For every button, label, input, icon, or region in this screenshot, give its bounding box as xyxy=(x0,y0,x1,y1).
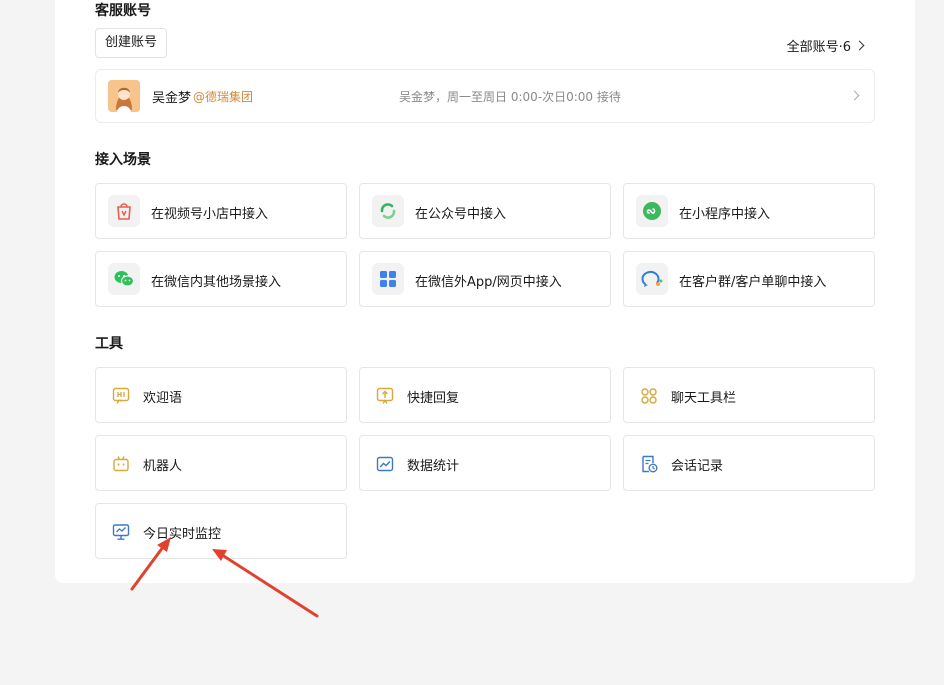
customer-chat-icon xyxy=(636,263,668,295)
tool-label: 机器人 xyxy=(143,459,183,474)
account-org: @德瑞集团 xyxy=(193,90,254,104)
tool-tile-robot[interactable]: 机器人 xyxy=(95,435,347,491)
account-row[interactable]: 吴金梦 @德瑞集团 吴金梦，周一至周日 0:00-次日0:00 接待 xyxy=(95,69,875,123)
scene-label: 在视频号小店中接入 xyxy=(151,207,269,222)
record-icon xyxy=(640,455,658,473)
tool-tile-quick-reply[interactable]: 快捷回复 xyxy=(359,367,611,423)
official-account-icon xyxy=(372,195,404,227)
shop-bag-icon xyxy=(108,195,140,227)
scene-tile-wechat-other[interactable]: 在微信内其他场景接入 xyxy=(95,251,347,307)
tool-tile-realtime-monitor[interactable]: 今日实时监控 xyxy=(95,503,347,559)
scene-tile-video-shop[interactable]: 在视频号小店中接入 xyxy=(95,183,347,239)
scene-label: 在微信内其他场景接入 xyxy=(151,275,282,290)
all-accounts-label: 全部账号·6 xyxy=(786,40,851,55)
scene-label: 在小程序中接入 xyxy=(679,207,771,222)
section-title-scenes: 接入场景 xyxy=(95,152,151,168)
account-hours: 吴金梦，周一至周日 0:00-次日0:00 接待 xyxy=(399,90,621,104)
all-accounts-link[interactable]: 全部账号·6 xyxy=(786,36,865,55)
scene-label: 在客户群/客户单聊中接入 xyxy=(679,275,827,290)
tool-tile-chat-records[interactable]: 会话记录 xyxy=(623,435,875,491)
chart-icon xyxy=(376,455,394,473)
tool-label: 聊天工具栏 xyxy=(671,391,737,406)
app-grid-icon xyxy=(372,263,404,295)
tool-tile-welcome[interactable]: 欢迎语 xyxy=(95,367,347,423)
chevron-right-icon xyxy=(849,90,860,101)
create-account-button[interactable]: 创建账号 xyxy=(95,28,168,58)
tool-label: 数据统计 xyxy=(407,459,460,474)
section-title-accounts: 客服账号 xyxy=(95,3,151,19)
robot-icon xyxy=(112,455,130,473)
mini-program-icon xyxy=(636,195,668,227)
scene-label: 在微信外App/网页中接入 xyxy=(415,275,562,290)
toolbar-grid-icon xyxy=(640,387,658,405)
tool-label: 今日实时监控 xyxy=(143,527,222,542)
scene-tile-official-account[interactable]: 在公众号中接入 xyxy=(359,183,611,239)
chevron-right-icon xyxy=(854,40,865,51)
quick-reply-icon xyxy=(376,387,394,405)
monitor-icon xyxy=(112,523,130,541)
hi-bubble-icon xyxy=(112,387,130,405)
account-name: 吴金梦 xyxy=(152,91,192,106)
tool-label: 会话记录 xyxy=(671,459,724,474)
tool-tile-statistics[interactable]: 数据统计 xyxy=(359,435,611,491)
tool-tile-chat-toolbar[interactable]: 聊天工具栏 xyxy=(623,367,875,423)
section-title-tools: 工具 xyxy=(95,336,123,352)
scene-tile-outside-app[interactable]: 在微信外App/网页中接入 xyxy=(359,251,611,307)
scene-label: 在公众号中接入 xyxy=(415,207,507,222)
scene-tile-customer-group[interactable]: 在客户群/客户单聊中接入 xyxy=(623,251,875,307)
wechat-icon xyxy=(108,263,140,295)
avatar xyxy=(108,80,140,112)
scene-tile-mini-program[interactable]: 在小程序中接入 xyxy=(623,183,875,239)
tool-label: 快捷回复 xyxy=(407,391,460,406)
tool-label: 欢迎语 xyxy=(143,391,183,406)
